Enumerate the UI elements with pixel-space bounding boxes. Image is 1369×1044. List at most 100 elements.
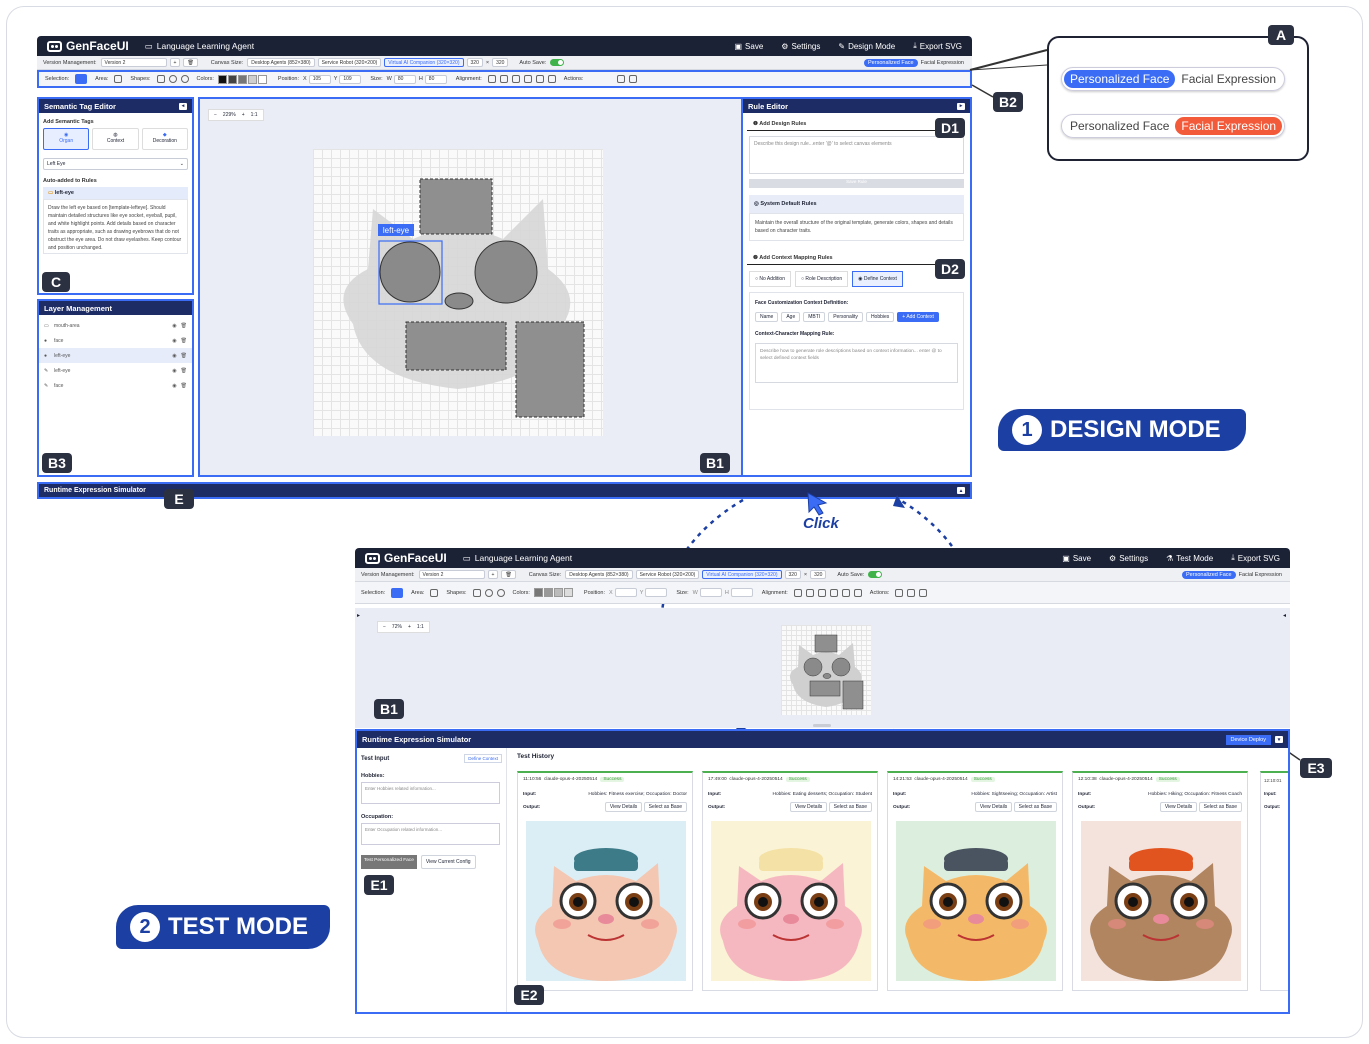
test-canvas-option-desktop[interactable]: Desktop Agents (852×380)	[565, 570, 633, 579]
status-badge: Success	[970, 777, 995, 782]
test-version-select[interactable]: Version 2	[418, 570, 485, 579]
test-project-title[interactable]: ▭ Language Learning Agent	[463, 553, 572, 564]
test-mini-canvas[interactable]	[781, 625, 871, 715]
card-meta: 12:10:38 claude-opus-4-20250514 Success	[1073, 773, 1247, 786]
card-input-label: Input:	[523, 792, 537, 797]
test-area-tool-icon[interactable]	[430, 588, 439, 597]
status-badge: Success	[785, 777, 810, 782]
test-add-version-button[interactable]: +	[487, 570, 499, 579]
mini-face-template	[789, 634, 864, 710]
generated-face-image[interactable]	[1081, 821, 1241, 981]
left-pupil-core	[758, 897, 768, 907]
design-mode-label: 1 DESIGN MODE	[998, 409, 1246, 451]
test-x-input[interactable]	[614, 588, 637, 597]
cursor-icon	[807, 492, 828, 516]
history-card[interactable]: 17:49:00 claude-opus-4-20250514 Success In…	[702, 771, 878, 991]
test-circle-tool-icon[interactable]	[484, 588, 493, 597]
test-align-1-icon[interactable]	[793, 588, 802, 597]
select-base-button[interactable]: Select as Base	[1013, 802, 1057, 812]
device-deploy-button[interactable]: Device Deploy	[1225, 734, 1271, 745]
test-align-2-icon[interactable]	[805, 588, 814, 597]
define-context-button[interactable]: Define Context	[464, 754, 502, 763]
occupation-input[interactable]: Enter Occupation related information...	[361, 823, 500, 845]
test-zoom-in[interactable]: +	[408, 624, 411, 630]
view-details-button[interactable]: View Details	[789, 802, 828, 812]
test-canvas-width-input[interactable]: 320	[784, 570, 801, 579]
mini-deco	[814, 634, 838, 653]
expand-left-icon[interactable]: ▸	[357, 612, 360, 619]
test-zoom-out[interactable]: −	[383, 624, 386, 630]
left-blush	[1108, 919, 1126, 929]
test-align-6-icon[interactable]	[853, 588, 862, 597]
select-base-button[interactable]: Select as Base	[1198, 802, 1242, 812]
test-mode-expression-tab[interactable]: Facial Expression	[1239, 572, 1282, 578]
test-canvas-height-input[interactable]: 320	[810, 570, 827, 579]
partial-card-output: Output:	[1264, 804, 1281, 809]
left-pupil-core	[573, 897, 583, 907]
select-base-button[interactable]: Select as Base	[643, 802, 687, 812]
test-delete-version-button[interactable]: 🗑	[501, 570, 516, 579]
card-input-value: Hobbies: Eating desserts; Occupation: St…	[772, 792, 872, 797]
view-details-button[interactable]: View Details	[1159, 802, 1198, 812]
test-align-3-icon[interactable]	[817, 588, 826, 597]
mini-mouth	[809, 680, 841, 697]
hobbies-input[interactable]: Enter Hobbies related information...	[361, 782, 500, 804]
test-swatch-1[interactable]	[533, 588, 543, 597]
test-w-input[interactable]	[699, 588, 722, 597]
test-ellipse-tool-icon[interactable]	[496, 588, 505, 597]
test-h-input[interactable]	[730, 588, 753, 597]
generated-face-image[interactable]	[896, 821, 1056, 981]
test-save-button[interactable]: ▣ Save	[1062, 554, 1091, 563]
test-swatch-3[interactable]	[553, 588, 563, 597]
test-y-input[interactable]	[645, 588, 668, 597]
view-details-button[interactable]: View Details	[974, 802, 1013, 812]
test-align-4-icon[interactable]	[829, 588, 838, 597]
test-zoom-level: 72%	[391, 624, 402, 630]
test-settings-label: Settings	[1119, 553, 1149, 563]
history-card[interactable]: 11:10:56 claude-opus-4-20250514 Success In…	[517, 771, 693, 991]
test-swatch-4[interactable]	[563, 588, 573, 597]
history-card[interactable]: 14:21:53 claude-opus-4-20250514 Success In…	[887, 771, 1063, 991]
test-mode-number: 2	[130, 912, 160, 942]
test-swatch-2[interactable]	[543, 588, 553, 597]
test-action-3-icon[interactable]	[919, 588, 928, 597]
test-w-label: W	[692, 589, 698, 596]
nose	[598, 914, 614, 924]
test-personalized-face-button[interactable]: Test Personalized Face	[361, 855, 417, 869]
folder-icon: ▭	[462, 552, 471, 563]
left-blush	[923, 919, 941, 929]
right-pupil-core	[999, 897, 1009, 907]
test-actions-label: Actions:	[869, 589, 890, 596]
view-config-button[interactable]: View Current Config	[420, 855, 476, 869]
test-project-title-text: Language Learning Agent	[474, 553, 573, 563]
generated-face-image[interactable]	[711, 821, 871, 981]
select-base-button[interactable]: Select as Base	[828, 802, 872, 812]
card-output-row: Output: View Details Select as Base	[888, 797, 1062, 812]
test-autosave-toggle[interactable]	[868, 571, 883, 578]
test-select-tool-icon[interactable]	[391, 587, 404, 598]
test-position-label: Position:	[583, 589, 606, 596]
card-input-row: Input: Hobbies: Sightseeing; Occupation: …	[888, 786, 1062, 797]
test-zoom-reset[interactable]: 1:1	[417, 624, 424, 630]
test-canvas-option-robot[interactable]: Service Robot (320×200)	[635, 570, 700, 579]
resize-handle[interactable]	[813, 724, 831, 727]
test-mode-button[interactable]: ⚗ Test Mode	[1166, 554, 1213, 563]
test-canvas-option-companion[interactable]: Virtual AI Companion (320×320)	[702, 570, 782, 579]
card-meta: 14:21:53 claude-opus-4-20250514 Success	[888, 773, 1062, 786]
collapse-down-icon[interactable]: ▾	[1275, 736, 1283, 743]
test-action-1-icon[interactable]	[895, 588, 904, 597]
test-settings-button[interactable]: ⚙ Settings	[1109, 554, 1148, 563]
status-badge: Success	[600, 777, 625, 782]
test-align-5-icon[interactable]	[841, 588, 850, 597]
history-card[interactable]: 12:10:38 claude-opus-4-20250514 Success In…	[1072, 771, 1248, 991]
test-action-2-icon[interactable]	[907, 588, 916, 597]
test-rect-tool-icon[interactable]	[472, 588, 481, 597]
card-input-label: Input:	[708, 792, 722, 797]
test-export-button[interactable]: ⤓ Export SVG	[1231, 553, 1280, 563]
test-mode-personalized-tab[interactable]: Personalized Face	[1182, 570, 1236, 579]
expand-right-icon[interactable]: ◂	[1283, 612, 1286, 619]
generated-face-image[interactable]	[526, 821, 686, 981]
test-app-header: GenFaceUI ▭ Language Learning Agent ▣ Save…	[355, 548, 1290, 568]
history-card-partial[interactable]: 12:10:01 Input: Output:	[1260, 771, 1288, 991]
view-details-button[interactable]: View Details	[604, 802, 643, 812]
